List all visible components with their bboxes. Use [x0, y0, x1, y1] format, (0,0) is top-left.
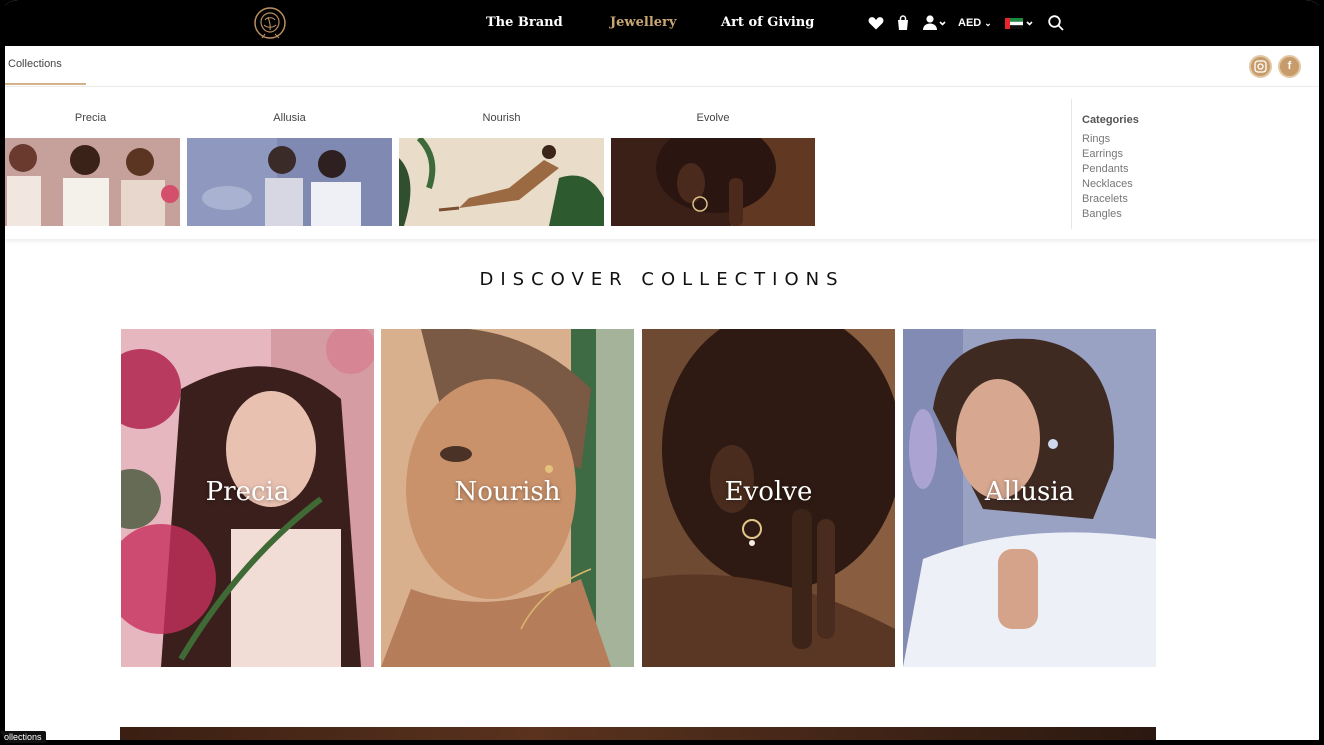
status-tooltip: ollections: [0, 731, 46, 743]
window-frame: The Brand Jewellery Art of Giving AED ⌄: [0, 0, 1324, 745]
currency-label: AED: [958, 17, 982, 29]
nav-art-of-giving[interactable]: Art of Giving: [721, 15, 814, 30]
currency-selector[interactable]: AED ⌄: [958, 17, 992, 29]
category-pendants[interactable]: Pendants: [1082, 163, 1128, 175]
collection-card-allusia[interactable]: Allusia: [903, 329, 1156, 667]
categories-title: Categories: [1082, 114, 1139, 126]
bag-icon[interactable]: [894, 14, 912, 32]
card-title: Allusia: [984, 477, 1075, 507]
mega-item-label: Evolve: [696, 112, 730, 124]
collection-card-precia[interactable]: Precia: [121, 329, 374, 667]
card-title: Precia: [205, 477, 290, 507]
rose-logo-icon[interactable]: [251, 4, 289, 42]
mega-item-label: Precia: [74, 112, 107, 124]
category-bracelets[interactable]: Bracelets: [1082, 193, 1128, 205]
facebook-icon[interactable]: f: [1278, 55, 1301, 78]
nav-jewellery[interactable]: Jewellery: [610, 15, 676, 30]
collection-card-nourish[interactable]: Nourish: [381, 329, 634, 667]
active-tab-underline: [5, 83, 86, 85]
browser-viewport: The Brand Jewellery Art of Giving AED ⌄: [5, 0, 1319, 740]
card-title: Nourish: [454, 477, 561, 507]
category-rings[interactable]: Rings: [1082, 133, 1110, 145]
mega-item-label: Nourish: [482, 112, 521, 124]
next-section-banner: [120, 727, 1156, 740]
uae-flag-icon[interactable]: [1004, 14, 1036, 32]
instagram-icon[interactable]: [1249, 55, 1272, 78]
section-heading: DISCOVER COLLECTIONS: [479, 269, 845, 290]
sub-navigation-bar: Collections f: [5, 46, 1319, 87]
categories-divider: [1071, 99, 1072, 229]
card-title: Evolve: [724, 477, 813, 507]
precia-thumbnail: [5, 138, 180, 226]
category-bangles[interactable]: Bangles: [1082, 208, 1122, 220]
heart-icon[interactable]: [867, 14, 885, 32]
chevron-down-icon: ⌄: [984, 18, 992, 28]
collection-card-evolve[interactable]: Evolve: [642, 329, 895, 667]
search-icon[interactable]: [1047, 14, 1065, 32]
jewellery-mega-menu: Precia Allusia Nourish Evolve Categories…: [5, 87, 1319, 239]
allusia-thumbnail: [187, 138, 392, 226]
user-icon[interactable]: [922, 14, 948, 32]
category-necklaces[interactable]: Necklaces: [1082, 178, 1133, 190]
tab-collections[interactable]: Collections: [8, 58, 62, 70]
mega-item-label: Allusia: [273, 112, 306, 124]
nav-the-brand[interactable]: The Brand: [486, 15, 563, 30]
top-navigation-bar: The Brand Jewellery Art of Giving AED ⌄: [5, 0, 1319, 46]
category-earrings[interactable]: Earrings: [1082, 148, 1123, 160]
nourish-thumbnail: [399, 138, 604, 226]
evolve-thumbnail: [611, 138, 815, 226]
